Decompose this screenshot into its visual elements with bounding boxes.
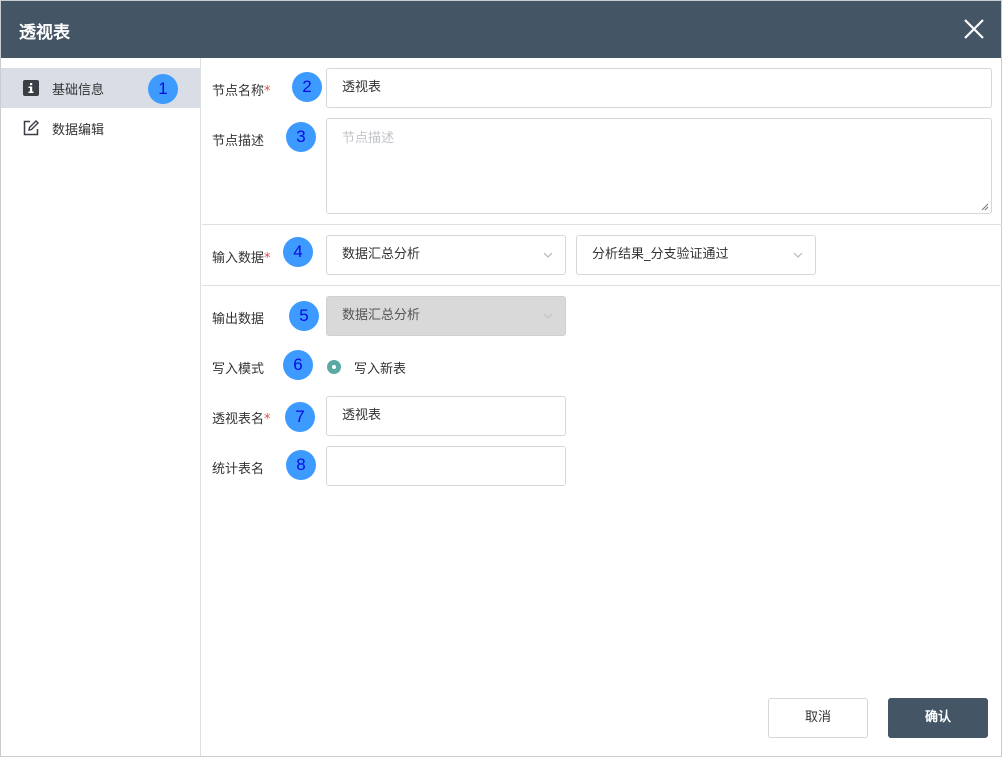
stat-name-label: 统计表名 [212,462,265,477]
output-data-select-value: 数据汇总分析 [342,308,421,323]
step-badge: 8 [286,450,316,480]
write-new-table-radio[interactable] [327,360,341,374]
required-mark: * [264,412,271,427]
node-name-label: 节点名称* [212,84,271,99]
step-badge: 5 [289,301,319,331]
step-badge: 3 [286,122,316,152]
sidebar-item-data-edit[interactable]: 数据编辑 [1,108,200,148]
step-badge: 1 [148,74,178,104]
input-data-select-value: 数据汇总分析 [342,247,421,262]
input-data-label: 输入数据* [212,251,271,266]
node-desc-textarea[interactable]: 节点描述 [326,118,992,214]
dialog-title: 透视表 [19,23,70,43]
input-data-result-value: 分析结果_分支验证通过 [592,247,729,262]
step-badge: 4 [283,237,313,267]
section-divider [202,285,1002,286]
step-badge: 6 [283,350,313,380]
edit-icon [23,120,39,136]
write-mode-label: 写入模式 [212,362,265,377]
node-desc-placeholder: 节点描述 [342,131,395,146]
node-desc-label: 节点描述 [212,134,265,149]
pivot-name-input[interactable]: 透视表 [326,396,566,436]
node-name-input[interactable]: 透视表 [326,68,992,108]
input-data-select[interactable]: 数据汇总分析 [326,235,566,275]
chevron-down-icon [793,252,803,258]
info-icon [23,80,39,96]
output-data-label: 输出数据 [212,312,265,327]
dialog-header: 透视表 [1,1,1001,58]
sidebar-item-label: 数据编辑 [52,123,105,138]
required-mark: * [264,84,271,99]
required-mark: * [264,251,271,266]
write-new-table-label[interactable]: 写入新表 [354,358,406,377]
output-data-select: 数据汇总分析 [326,296,566,336]
sidebar: 基础信息 数据编辑 [1,58,201,756]
chevron-down-icon [543,252,553,258]
pivot-name-label: 透视表名* [212,412,271,427]
input-data-result-select[interactable]: 分析结果_分支验证通过 [576,235,816,275]
resize-handle-icon[interactable] [981,203,989,211]
chevron-down-icon [543,313,553,319]
close-icon[interactable] [961,16,987,42]
pivot-dialog: 透视表 基础信息 数据编辑 1 2 3 4 5 6 7 8 节点名称* 透视表 … [0,0,1002,757]
sidebar-item-label: 基础信息 [52,83,105,98]
confirm-button[interactable]: 确认 [888,698,988,738]
step-badge: 2 [292,72,322,102]
step-badge: 7 [285,402,315,432]
cancel-button[interactable]: 取消 [768,698,868,738]
section-divider [202,224,1002,225]
stat-name-input[interactable] [326,446,566,486]
